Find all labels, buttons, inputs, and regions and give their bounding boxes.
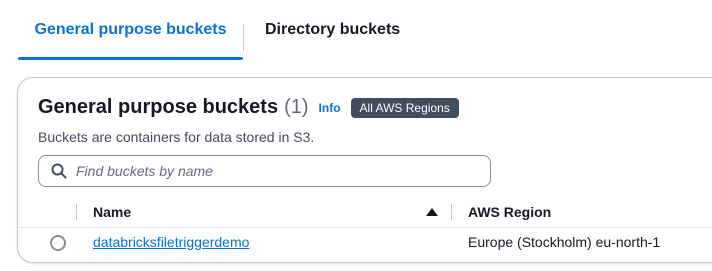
column-divider [76, 204, 77, 220]
table-row[interactable]: databricksfiletriggerdemo Europe (Stockh… [18, 229, 712, 263]
bucket-count: (1) [284, 96, 309, 118]
tab-bar: General purpose buckets Directory bucket… [18, 0, 712, 60]
column-header-region[interactable]: AWS Region [468, 204, 551, 220]
panel-header: General purpose buckets (1) Info All AWS… [38, 96, 459, 119]
bucket-name-link[interactable]: databricksfiletriggerdemo [93, 234, 249, 250]
table-header: Name AWS Region [18, 196, 712, 228]
search-box[interactable] [38, 155, 491, 187]
buckets-panel: General purpose buckets (1) Info All AWS… [17, 77, 712, 263]
tab-directory-buckets[interactable]: Directory buckets [265, 0, 400, 60]
radio-unchecked-icon[interactable] [50, 235, 66, 251]
search-input[interactable] [76, 163, 476, 179]
bucket-region: Europe (Stockholm) eu-north-1 [468, 234, 661, 250]
panel-description: Buckets are containers for data stored i… [38, 129, 315, 145]
tab-divider [243, 24, 244, 51]
tab-general-purpose-buckets[interactable]: General purpose buckets [18, 0, 243, 60]
tab-label: Directory buckets [265, 21, 401, 38]
search-icon [51, 163, 67, 179]
column-divider[interactable] [451, 204, 452, 220]
column-header-name[interactable]: Name [93, 204, 131, 220]
region-badge: All AWS Regions [350, 97, 459, 118]
tab-label: General purpose buckets [34, 21, 227, 38]
sort-ascending-icon[interactable] [426, 208, 438, 216]
info-link[interactable]: Info [319, 101, 341, 115]
page-title: General purpose buckets [38, 96, 279, 118]
